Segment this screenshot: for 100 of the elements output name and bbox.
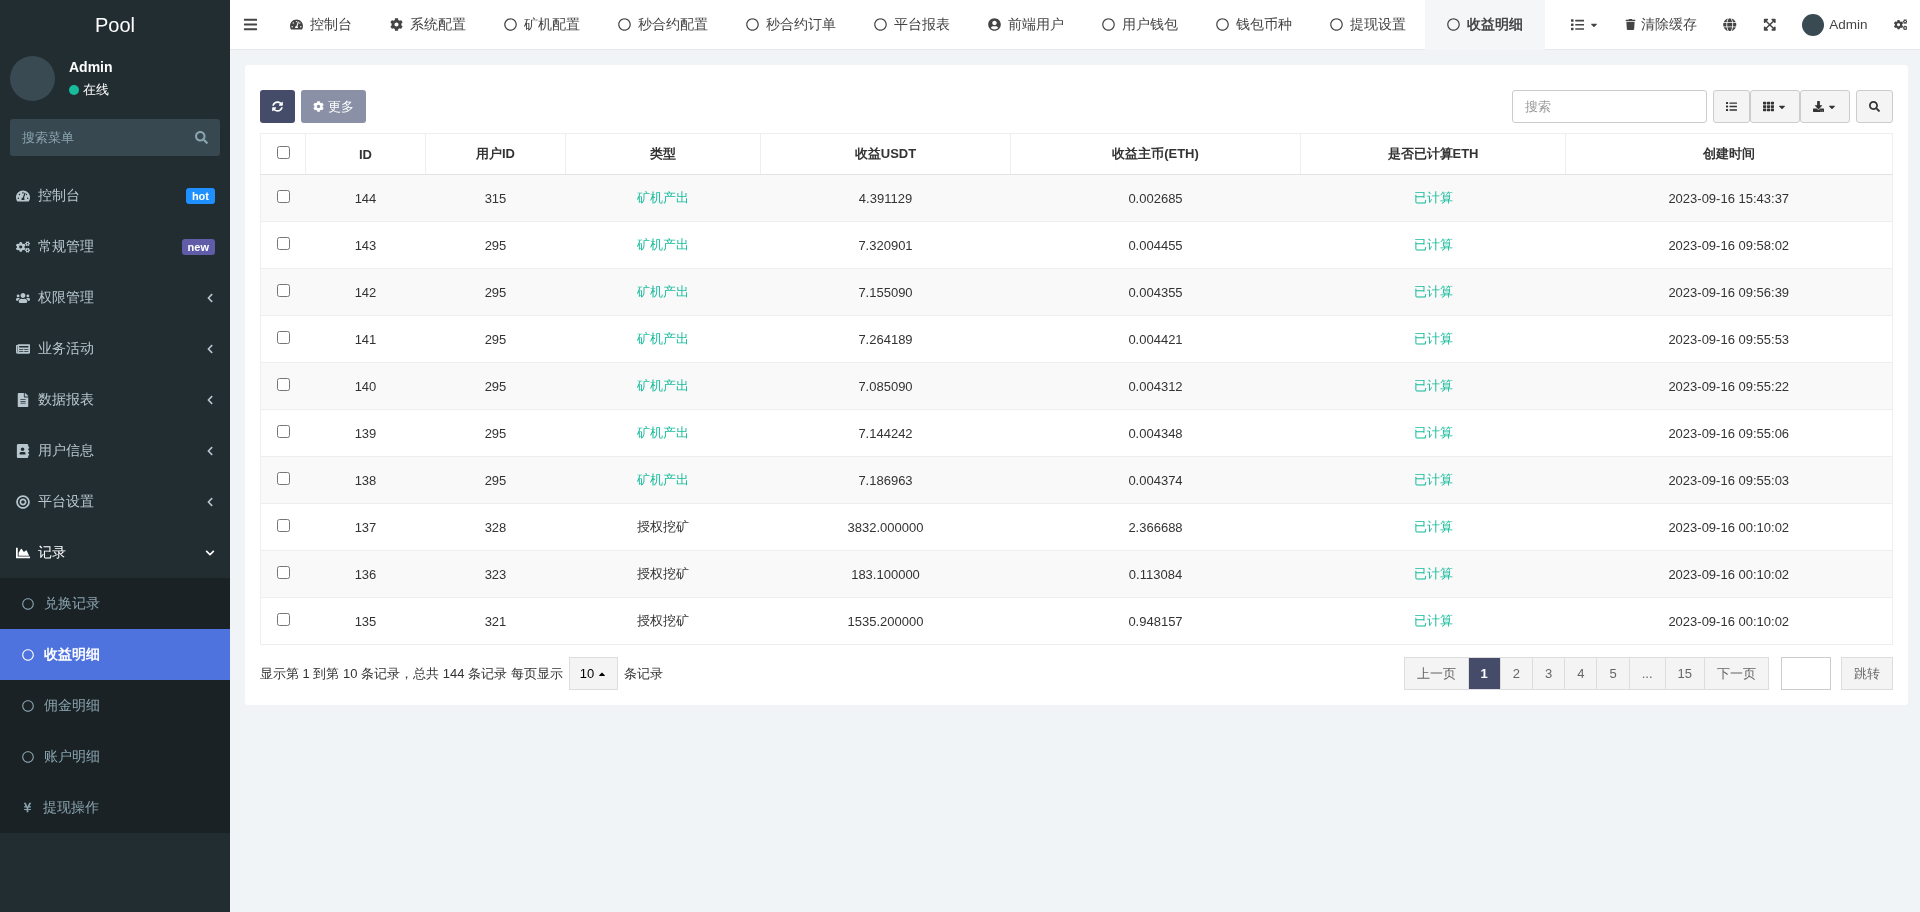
- row-checkbox[interactable]: [276, 472, 290, 485]
- nav-tab[interactable]: 矿机配置: [485, 0, 599, 50]
- column-header: 收益主币(ETH): [1010, 133, 1301, 175]
- row-checkbox[interactable]: [276, 613, 290, 626]
- table-cell: 7.264189: [760, 315, 1011, 363]
- row-checkbox[interactable]: [276, 237, 290, 250]
- column-header: 创建时间: [1565, 133, 1893, 175]
- page-button[interactable]: 4: [1564, 657, 1598, 690]
- submenu-item[interactable]: 收益明细: [0, 629, 230, 680]
- row-checkbox[interactable]: [276, 284, 290, 297]
- jump-button[interactable]: 跳转: [1841, 657, 1893, 690]
- page-button[interactable]: 3: [1532, 657, 1566, 690]
- export-button[interactable]: [1800, 90, 1850, 123]
- menu-item[interactable]: 记录: [0, 527, 230, 578]
- page-button[interactable]: 15: [1664, 657, 1705, 690]
- column-header: ID: [305, 133, 426, 175]
- chevron-left-icon: [205, 343, 215, 354]
- area-chart-icon: [16, 545, 30, 560]
- nav-tab[interactable]: 系统配置: [371, 0, 485, 50]
- nav-tab[interactable]: 提现设置: [1311, 0, 1425, 50]
- nav-tab[interactable]: 用户钱包: [1083, 0, 1197, 50]
- table-cell: 0.004374: [1010, 456, 1301, 504]
- avatar-icon: [1802, 13, 1825, 36]
- table-cell: 已计算: [1300, 174, 1566, 222]
- page-size-button[interactable]: 10: [568, 657, 619, 690]
- prev-page-button[interactable]: 上一页: [1403, 657, 1469, 690]
- search-field[interactable]: 搜索: [1512, 90, 1707, 123]
- search-button[interactable]: [1856, 90, 1893, 123]
- submenu-item[interactable]: 账户明细: [0, 731, 230, 782]
- search-icon: [195, 131, 208, 144]
- menu-item[interactable]: 用户信息: [0, 425, 230, 476]
- table-cell: 已计算: [1300, 315, 1566, 363]
- page-button[interactable]: 5: [1596, 657, 1630, 690]
- table-cell: 1535.200000: [760, 597, 1011, 645]
- submenu-item[interactable]: 佣金明细: [0, 680, 230, 731]
- columns-button[interactable]: [1750, 90, 1800, 123]
- row-checkbox[interactable]: [276, 331, 290, 344]
- table-cell: 2.366688: [1010, 503, 1301, 551]
- page-button[interactable]: ...: [1628, 657, 1666, 690]
- page-button[interactable]: 1: [1467, 657, 1501, 690]
- menu-search-field[interactable]: 搜索菜单: [10, 119, 220, 156]
- yen-icon: [22, 802, 33, 813]
- table-cell: 2023-09-16 09:56:39: [1565, 268, 1893, 316]
- menu-item[interactable]: 平台设置: [0, 476, 230, 527]
- table-cell: 2023-09-16 09:55:03: [1565, 456, 1893, 504]
- page-button[interactable]: 2: [1499, 657, 1533, 690]
- table-cell: 295: [425, 456, 566, 504]
- table-cell: 143: [305, 221, 426, 269]
- table-cell: 矿机产出: [565, 362, 761, 410]
- table-cell: 7.186963: [760, 456, 1011, 504]
- submenu-item[interactable]: 提现操作: [0, 782, 230, 833]
- users-icon: [16, 290, 30, 305]
- nav-tab[interactable]: 钱包币种: [1197, 0, 1311, 50]
- next-page-button[interactable]: 下一页: [1704, 657, 1769, 690]
- table-cell: 295: [425, 315, 566, 363]
- user-status: 在线: [83, 80, 109, 99]
- dashboard-icon: [16, 188, 30, 203]
- table-cell: 7.155090: [760, 268, 1011, 316]
- table-cell: 295: [425, 409, 566, 457]
- nav-tab[interactable]: 秒合约订单: [727, 0, 855, 50]
- row-checkbox[interactable]: [276, 190, 290, 203]
- table-cell: 0.004348: [1010, 409, 1301, 457]
- table-cell: 矿机产出: [565, 456, 761, 504]
- table-cell: 矿机产出: [565, 268, 761, 316]
- nav-tab[interactable]: 平台报表: [855, 0, 969, 50]
- table-cell: 2023-09-16 09:58:02: [1565, 221, 1893, 269]
- nav-tab[interactable]: 秒合约配置: [599, 0, 727, 50]
- gear-icon: [313, 101, 324, 112]
- table-cell: 0.004455: [1010, 221, 1301, 269]
- table-cell: 2023-09-16 09:55:53: [1565, 315, 1893, 363]
- select-all-checkbox[interactable]: [276, 146, 290, 159]
- row-checkbox[interactable]: [276, 566, 290, 579]
- nav-tab[interactable]: 前端用户: [969, 0, 1083, 50]
- clear-cache-button[interactable]: 清除缓存: [1612, 0, 1711, 50]
- row-checkbox[interactable]: [276, 378, 290, 391]
- chevron-left-icon: [205, 292, 215, 303]
- menu-item[interactable]: 控制台 hot: [0, 170, 230, 221]
- download-icon: [1813, 101, 1824, 112]
- nav-tab[interactable]: 收益明细: [1425, 0, 1545, 50]
- table-cell: 已计算: [1300, 503, 1566, 551]
- table-cell: 135: [305, 597, 426, 645]
- menu-badge: new: [181, 238, 215, 255]
- toggle-view-button[interactable]: [1713, 90, 1750, 123]
- menu-item[interactable]: 业务活动: [0, 323, 230, 374]
- menu-item[interactable]: 常规管理 new: [0, 221, 230, 272]
- table-cell: 矿机产出: [565, 315, 761, 363]
- nav-tab[interactable]: 控制台: [271, 0, 371, 50]
- refresh-button[interactable]: [260, 90, 295, 123]
- submenu-item[interactable]: 兑换记录: [0, 578, 230, 629]
- table-cell: 矿机产出: [565, 174, 761, 222]
- table-cell: 7.320901: [760, 221, 1011, 269]
- page-number-field[interactable]: [1781, 657, 1831, 690]
- menu-item[interactable]: 数据报表: [0, 374, 230, 425]
- row-checkbox[interactable]: [276, 519, 290, 532]
- table-cell: 142: [305, 268, 426, 316]
- table-cell: 7.144242: [760, 409, 1011, 457]
- user-menu[interactable]: Admin: [1789, 0, 1881, 50]
- cogs-icon: [16, 239, 30, 254]
- menu-item[interactable]: 权限管理: [0, 272, 230, 323]
- row-checkbox[interactable]: [276, 425, 290, 438]
